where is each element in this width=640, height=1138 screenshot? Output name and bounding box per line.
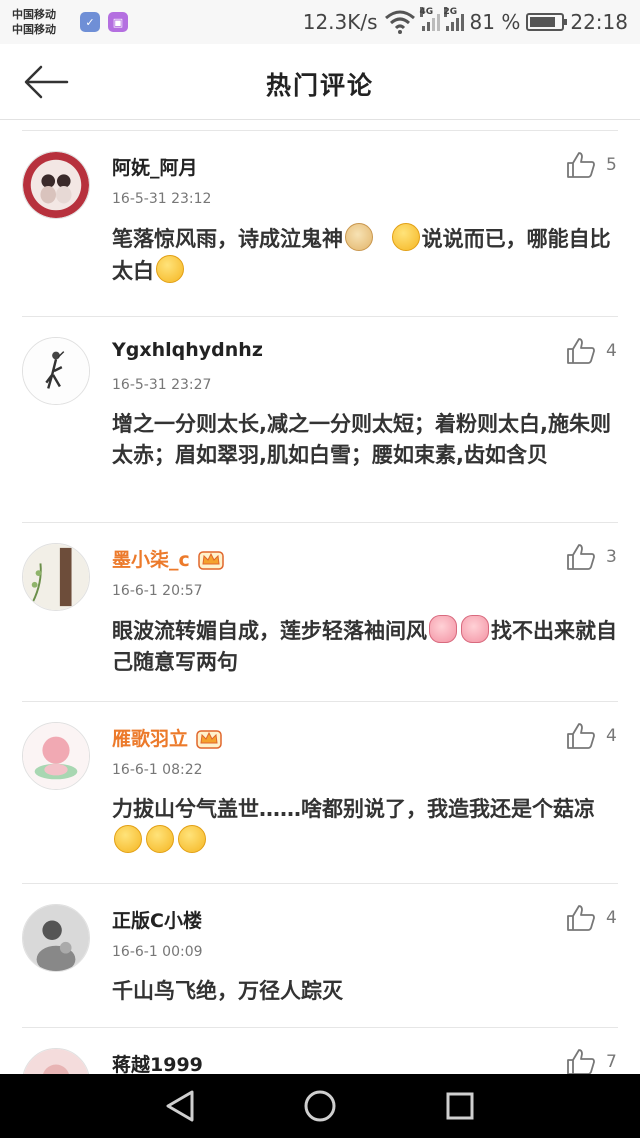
- triangle-back-icon: [166, 1090, 194, 1122]
- carrier-label-1: 中国移动: [12, 8, 56, 21]
- smile-emoji-icon: [391, 223, 420, 251]
- thumbs-up-icon: [567, 152, 595, 178]
- comment-item: Ygxhlqhydnhz 16-5-31 23:27 4 增之一分则太长,减之一…: [22, 317, 618, 523]
- avatar[interactable]: [22, 337, 90, 405]
- comment-text: 增之一分则太长,减之一分则太短；着粉则太白,施朱则太赤；眉如翠羽,肌如白雪；腰如…: [112, 412, 611, 467]
- comment-time: 16-5-31 23:27: [112, 377, 212, 393]
- thumbs-up-icon: [567, 544, 595, 570]
- signal-2g-label: 2G: [443, 7, 458, 17]
- square-recent-icon: [446, 1092, 474, 1120]
- like-count: 7: [606, 1052, 617, 1072]
- crown-icon: [196, 729, 222, 749]
- like-button[interactable]: 5: [566, 151, 618, 179]
- comment-item: 阿妩_阿月 16-5-31 23:12 5 笔落惊风雨，诗成泣鬼神 说说而已，哪…: [22, 131, 618, 317]
- comment-time: 16-6-1 20:57: [112, 583, 203, 599]
- avatar[interactable]: [22, 722, 90, 790]
- like-button[interactable]: 4: [566, 904, 618, 932]
- comment-text: 笔落惊风雨，诗成泣鬼神 说说而已，哪能自比太白: [112, 223, 618, 287]
- laugh-cry-emoji-icon: [114, 825, 142, 853]
- like-count: 4: [606, 908, 617, 928]
- signal-4g-icon: 4G: [419, 7, 440, 31]
- gallery-app-icon: ▣: [108, 12, 128, 32]
- app-screen: 中国移动 中国移动 ✓ ▣ 12.3K/s 4G 2G 81 % 22:18 热…: [0, 0, 640, 1138]
- battery-fill: [530, 17, 555, 27]
- smile-emoji-icon: [156, 255, 184, 283]
- nav-recent-button[interactable]: [438, 1084, 482, 1128]
- like-count: 3: [606, 547, 617, 567]
- wifi-icon: [384, 10, 415, 34]
- status-right: 12.3K/s 4G 2G 81 % 22:18: [302, 7, 628, 34]
- nav-home-button[interactable]: [298, 1084, 342, 1128]
- thumbs-up-icon: [567, 905, 595, 931]
- doge-emoji-icon: [345, 223, 373, 251]
- avatar[interactable]: [22, 543, 90, 611]
- comment-time: 16-5-31 23:12: [112, 191, 212, 207]
- nav-back-button[interactable]: [158, 1084, 202, 1128]
- network-speed: 12.3K/s: [302, 10, 378, 34]
- like-count: 4: [606, 341, 617, 361]
- comment-item: 正版C小楼 16-6-1 00:09 4 千山鸟飞绝，万径人踪灭: [22, 884, 618, 1028]
- thumbs-up-icon: [567, 338, 595, 364]
- comment-text-part: 笔落惊风雨，诗成泣鬼神: [112, 227, 343, 251]
- comment-list[interactable]: 阿妩_阿月 16-5-31 23:12 5 笔落惊风雨，诗成泣鬼神 说说而已，哪…: [0, 130, 640, 1138]
- header-bar: 热门评论: [0, 44, 640, 120]
- comment-item: 雁歌羽立 16-6-1 08:22 4 力拔山兮气盖世……啥都别说了，我造我还是…: [22, 702, 618, 884]
- battery-icon: [526, 13, 568, 31]
- username[interactable]: 正版C小楼: [112, 906, 202, 933]
- like-button[interactable]: 7: [566, 1048, 618, 1076]
- comment-text: 眼波流转媚自成，莲步轻落袖间风 找不出来就自己随意写两句: [112, 615, 618, 678]
- laugh-cry-emoji-icon: [178, 825, 206, 853]
- like-count: 5: [606, 155, 617, 175]
- page-title: 热门评论: [265, 71, 374, 100]
- battery-percent: 81 %: [469, 10, 521, 34]
- status-bar: 中国移动 中国移动 ✓ ▣ 12.3K/s 4G 2G 81 % 22:18: [0, 0, 640, 44]
- username[interactable]: 墨小柒_c: [112, 545, 224, 572]
- thumbs-up-icon: [567, 1049, 595, 1075]
- avatar[interactable]: [22, 904, 90, 972]
- like-button[interactable]: 3: [566, 543, 618, 571]
- like-count: 4: [606, 726, 617, 746]
- clock: 22:18: [570, 10, 628, 34]
- signal-4g-label: 4G: [419, 7, 434, 17]
- username[interactable]: 阿妩_阿月: [112, 153, 198, 180]
- circle-home-icon: [304, 1090, 336, 1122]
- username-text: 墨小柒_c: [112, 549, 190, 571]
- comment-item: 墨小柒_c 16-6-1 20:57 3 眼波流转媚自成，莲步轻落袖间风 找不出来…: [22, 523, 618, 702]
- comment-time: 16-6-1 00:09: [112, 944, 203, 960]
- thumbs-up-icon: [567, 723, 595, 749]
- comment-text: 千山鸟飞绝，万径人踪灭: [112, 979, 343, 1003]
- username[interactable]: 蒋越1999: [112, 1050, 203, 1077]
- signal-2g-icon: 2G: [443, 7, 464, 31]
- username[interactable]: 雁歌羽立: [112, 724, 222, 751]
- carrier-info: 中国移动 中国移动: [12, 7, 70, 37]
- carrier-label-2: 中国移动: [12, 23, 56, 36]
- shield-app-icon: ✓: [80, 12, 100, 32]
- username[interactable]: Ygxhlqhydnhz: [112, 339, 263, 361]
- like-button[interactable]: 4: [566, 337, 618, 365]
- laugh-cry-emoji-icon: [146, 825, 174, 853]
- comment-text: 力拔山兮气盖世……啥都别说了，我造我还是个菇凉: [112, 794, 618, 857]
- like-button[interactable]: 4: [566, 722, 618, 750]
- avatar[interactable]: [22, 151, 90, 219]
- comment-text-part: 眼波流转媚自成，莲步轻落袖间风: [112, 619, 427, 643]
- pig-emoji-icon: [461, 615, 489, 643]
- comment-text-part: 力拔山兮气盖世……啥都别说了，我造我还是个菇凉: [112, 797, 595, 821]
- crown-icon: [198, 550, 224, 570]
- username-text: 雁歌羽立: [112, 728, 189, 750]
- comment-time: 16-6-1 08:22: [112, 762, 203, 778]
- pig-emoji-icon: [429, 615, 457, 643]
- system-nav-bar: [0, 1074, 640, 1138]
